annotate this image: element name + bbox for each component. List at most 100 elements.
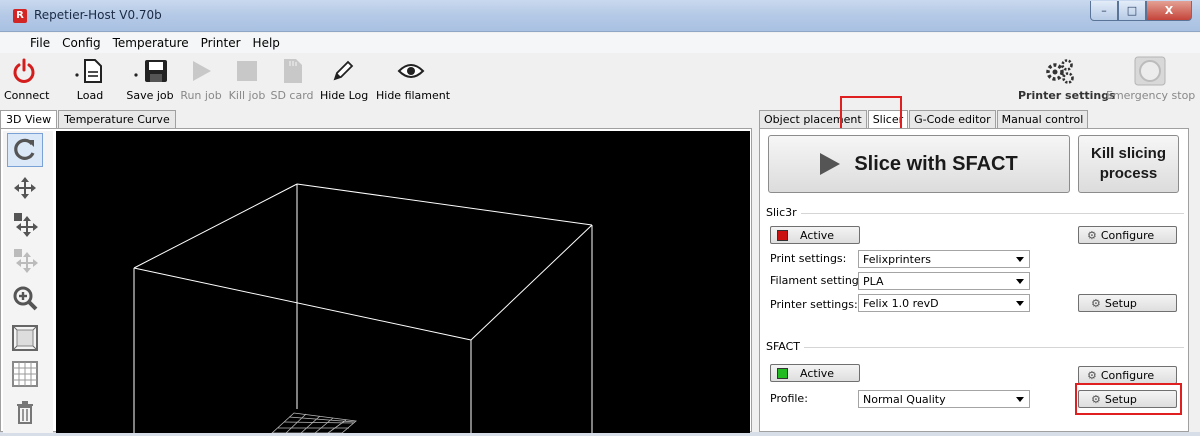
sd-card-icon [270, 55, 314, 87]
slic3r-group-title: Slic3r [766, 206, 801, 219]
menu-printer[interactable]: Printer [195, 33, 247, 50]
rotate-icon [14, 138, 35, 160]
move-object-disabled-icon [14, 249, 38, 273]
chevron-down-icon [1016, 301, 1024, 306]
chevron-down-icon [1016, 279, 1024, 284]
view-pane: 3D View Temperature Curve [0, 110, 752, 434]
move-arrows-icon [14, 177, 36, 199]
sfact-group: SFACT Active ⚙ Configure Profile: Normal… [766, 340, 1184, 431]
printer-build-volume-wireframe [133, 183, 593, 434]
tab-3d-view[interactable]: 3D View [0, 110, 58, 129]
menu-bar: File Config Temperature Printer Help [0, 33, 1200, 53]
slic3r-active-label: Active [800, 228, 835, 242]
delete-object-button[interactable] [7, 395, 43, 429]
hide-log-button[interactable]: Hide Log [320, 55, 369, 102]
hide-filament-label: Hide filament [376, 89, 451, 102]
slic3r-active-toggle[interactable]: Active [770, 226, 860, 244]
printer-settings-label: Printer settings [1018, 89, 1116, 102]
move-object-icon [14, 213, 38, 237]
grid-icon [12, 361, 38, 387]
zoom-in-icon [13, 286, 38, 311]
chevron-down-icon [1016, 257, 1024, 262]
gears-icon: ⚙ [1091, 296, 1101, 310]
load-button[interactable]: Load [68, 55, 112, 102]
slic3r-configure-button[interactable]: ⚙ Configure [1078, 226, 1177, 244]
filament-settings-value: PLA [863, 275, 884, 288]
title-bar: R Repetier-Host V0.70b – □ X [0, 0, 1200, 32]
menu-config[interactable]: Config [56, 33, 107, 50]
emergency-stop-label: Emergency stop [1106, 89, 1196, 102]
move-view-button[interactable] [7, 171, 43, 205]
hide-filament-button[interactable]: Hide filament [376, 55, 451, 102]
grid-view-button[interactable] [7, 357, 43, 391]
print-settings-select[interactable]: Felixprinters [858, 250, 1030, 268]
play-icon [180, 55, 222, 87]
menu-temperature[interactable]: Temperature [107, 33, 195, 50]
slic3r-configure-label: Configure [1100, 228, 1155, 242]
slic3r-group: Slic3r Active ⚙ Configure Print settings… [766, 206, 1184, 333]
kill-job-label: Kill job [228, 89, 266, 102]
print-settings-value: Felixprinters [863, 253, 931, 266]
move-object-button[interactable] [7, 207, 43, 241]
side-pane: Object placement Slicer G-Code editor Ma… [759, 96, 1200, 432]
view-frame [0, 128, 752, 434]
gears-icon [1018, 55, 1102, 87]
zoom-button[interactable] [7, 281, 43, 315]
document-icon [68, 55, 112, 87]
view-tabs: 3D View Temperature Curve [0, 110, 177, 129]
profile-label: Profile: [770, 392, 808, 405]
printer-settings-button[interactable]: Printer settings [1018, 55, 1116, 102]
window-controls: – □ X [1090, 1, 1192, 21]
save-job-button[interactable]: Save job [124, 55, 176, 102]
save-job-label: Save job [126, 89, 174, 102]
emergency-stop-button[interactable]: Emergency stop [1106, 55, 1196, 102]
minimize-button[interactable]: – [1090, 1, 1118, 21]
menu-file[interactable]: File [0, 33, 56, 50]
app-window: R Repetier-Host V0.70b – □ X File Config T… [0, 0, 1200, 434]
rotate-view-button[interactable] [7, 133, 43, 167]
3d-viewport[interactable] [56, 131, 750, 434]
power-icon [4, 55, 44, 87]
slicer-panel: Slice with SFACT Kill slicing process Sl… [759, 128, 1189, 432]
tab-gcode-editor[interactable]: G-Code editor [909, 110, 996, 128]
sfact-configure-button[interactable]: ⚙ Configure [1078, 366, 1177, 384]
profile-select[interactable]: Normal Quality [858, 390, 1030, 408]
status-led-icon [777, 229, 788, 241]
move-object-disabled-button[interactable] [7, 243, 43, 277]
slic3r-setup-label: Setup [1104, 296, 1137, 310]
kill-slicing-button[interactable]: Kill slicing process [1078, 135, 1179, 193]
pencil-icon [320, 55, 366, 87]
gear-icon: ⚙ [1087, 368, 1097, 382]
highlight-slicer-tab [840, 96, 902, 130]
chevron-down-icon [1016, 397, 1024, 402]
kill-slicing-label-line2: process [1099, 165, 1158, 182]
hide-log-label: Hide Log [320, 89, 369, 102]
sfact-configure-label: Configure [1100, 368, 1155, 382]
kill-job-button[interactable]: Kill job [228, 55, 266, 102]
kill-slicing-label-line1: Kill slicing [1090, 145, 1166, 162]
tab-manual-control[interactable]: Manual control [996, 110, 1089, 128]
emergency-stop-icon [1106, 55, 1194, 87]
load-label: Load [76, 89, 104, 102]
close-button[interactable]: X [1146, 1, 1192, 21]
filament-settings-select[interactable]: PLA [858, 272, 1030, 290]
run-job-button[interactable]: Run job [180, 55, 222, 102]
window-title: Repetier-Host V0.70b [34, 8, 162, 22]
printer-settings-select[interactable]: Felix 1.0 revD [858, 294, 1030, 312]
tab-temperature-curve[interactable]: Temperature Curve [58, 110, 176, 128]
print-settings-label: Print settings: [770, 252, 847, 265]
view-toolbar [3, 131, 53, 433]
sfact-group-title: SFACT [766, 340, 805, 353]
play-icon [820, 153, 841, 175]
printer-settings-value: Felix 1.0 revD [863, 297, 939, 310]
sfact-active-toggle[interactable]: Active [770, 364, 860, 382]
connect-label: Connect [4, 89, 50, 102]
maximize-button[interactable]: □ [1118, 1, 1146, 21]
connect-button[interactable]: Connect [4, 55, 50, 102]
menu-help[interactable]: Help [247, 33, 286, 50]
frame-view-button[interactable] [7, 321, 43, 355]
slice-button[interactable]: Slice with SFACT [768, 135, 1070, 193]
slic3r-setup-button[interactable]: ⚙ Setup [1078, 294, 1177, 312]
status-led-icon [777, 367, 788, 379]
sd-card-button[interactable]: SD card [270, 55, 314, 102]
